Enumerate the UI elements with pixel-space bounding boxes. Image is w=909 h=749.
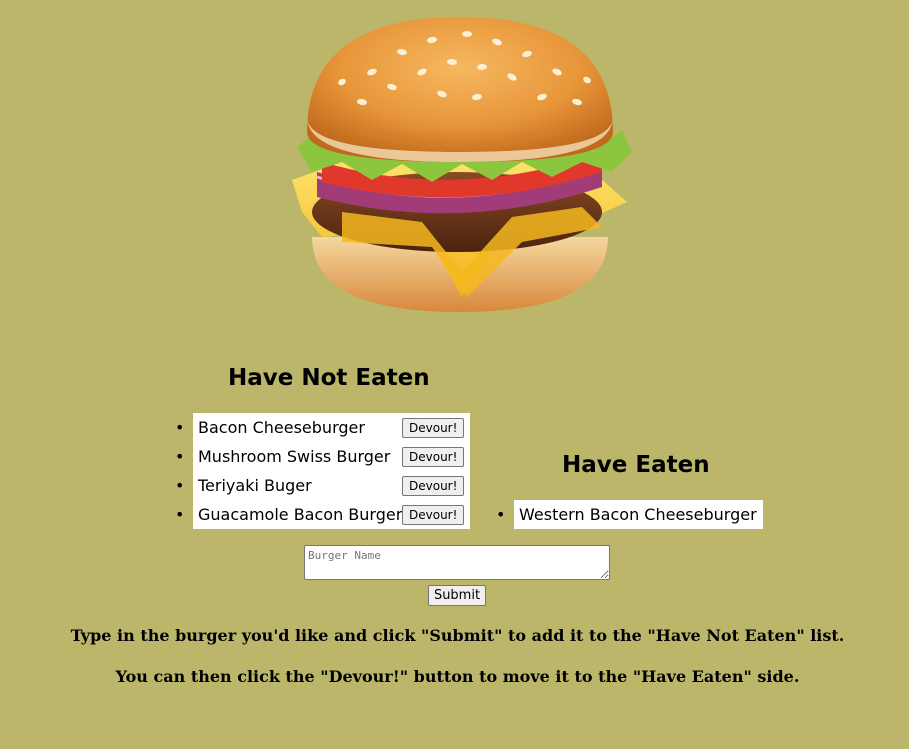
devour-button[interactable]: Devour! xyxy=(402,476,465,496)
have-eaten-title: Have Eaten xyxy=(562,452,710,478)
burger-name: Teriyaki Buger xyxy=(198,476,312,495)
bullet-icon: • xyxy=(175,505,185,524)
list-item: • Bacon Cheeseburger Devour! xyxy=(175,413,470,442)
bullet-icon: • xyxy=(175,418,185,437)
have-eaten-list: • Western Bacon Cheeseburger xyxy=(496,500,763,529)
list-item: • Western Bacon Cheeseburger xyxy=(496,500,763,529)
devour-button[interactable]: Devour! xyxy=(402,418,465,438)
burger-name: Guacamole Bacon Burger xyxy=(198,505,403,524)
instructions-line-2: You can then click the "Devour!" button … xyxy=(115,667,800,686)
burger-name: Bacon Cheeseburger xyxy=(198,418,365,437)
bullet-icon: • xyxy=(175,447,185,466)
list-item: • Teriyaki Buger Devour! xyxy=(175,471,470,500)
list-item: • Mushroom Swiss Burger Devour! xyxy=(175,442,470,471)
instructions-line-1: Type in the burger you'd like and click … xyxy=(70,626,845,645)
have-not-eaten-title: Have Not Eaten xyxy=(228,365,430,391)
bullet-icon: • xyxy=(175,476,185,495)
submit-button[interactable]: Submit xyxy=(428,585,486,606)
devour-button[interactable]: Devour! xyxy=(402,505,465,525)
burger-name: Mushroom Swiss Burger xyxy=(198,447,391,466)
burger-name-input[interactable] xyxy=(304,545,610,580)
burger-image xyxy=(292,17,632,312)
have-not-eaten-list: • Bacon Cheeseburger Devour! • Mushroom … xyxy=(175,413,470,529)
devour-button[interactable]: Devour! xyxy=(402,447,465,467)
bullet-icon: • xyxy=(496,505,506,524)
list-item: • Guacamole Bacon Burger Devour! xyxy=(175,500,470,529)
burger-name: Western Bacon Cheeseburger xyxy=(519,505,757,524)
